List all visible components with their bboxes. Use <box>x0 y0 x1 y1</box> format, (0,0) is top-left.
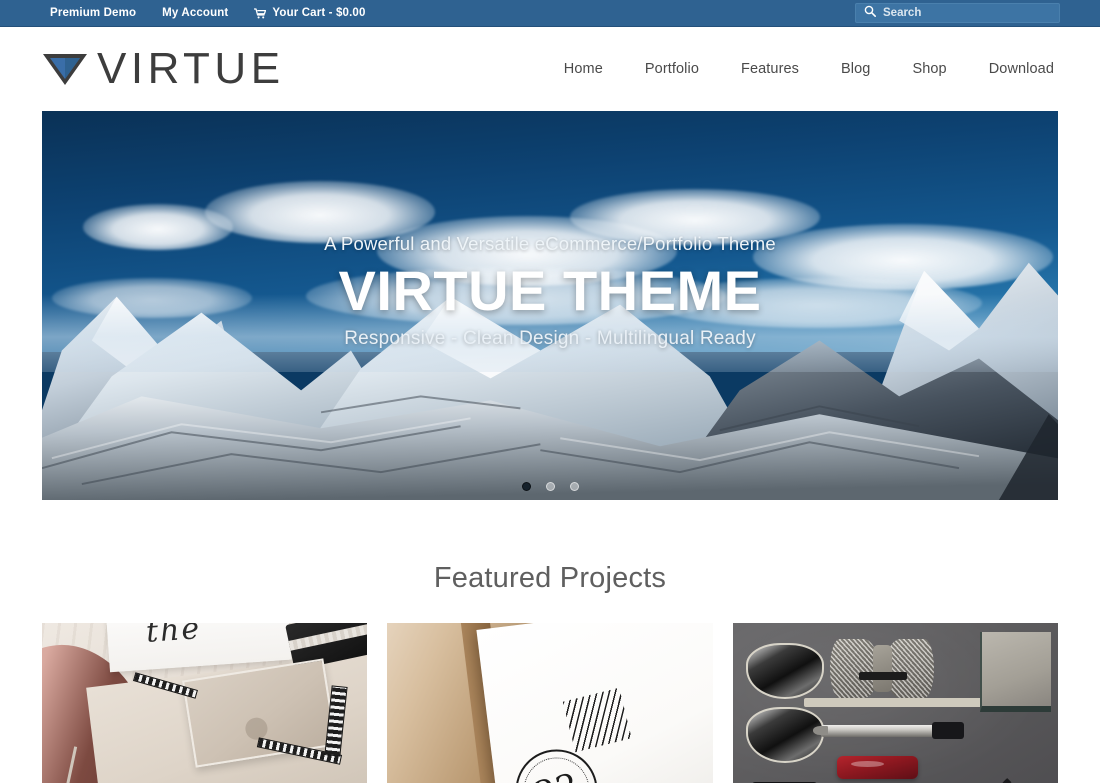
topbar-links: Premium Demo My Account Your Cart - $0.0… <box>50 7 366 19</box>
hero-caption: A Powerful and Versatile eCommerce/Portf… <box>42 111 1058 500</box>
nav-item-home[interactable]: Home <box>543 61 624 77</box>
featured-projects-grid: the 22 S . CARD <box>0 623 1100 783</box>
project-card-desk-notebooks[interactable]: the <box>42 623 368 783</box>
main-navigation: Home Portfolio Features Blog Shop Downlo… <box>543 61 1058 77</box>
site-logo[interactable]: VIRTUE <box>42 47 285 91</box>
slider-dot-1[interactable] <box>521 482 531 491</box>
search-input[interactable] <box>883 7 1051 19</box>
hero-title: VIRTUE THEME <box>338 258 762 322</box>
nav-item-shop[interactable]: Shop <box>891 61 967 77</box>
slider-dot-2[interactable] <box>545 482 555 491</box>
topbar-link-premium-demo[interactable]: Premium Demo <box>50 7 136 19</box>
logo-text: VIRTUE <box>97 44 285 93</box>
search-icon <box>864 4 876 22</box>
nav-item-features[interactable]: Features <box>720 61 820 77</box>
desk-notebooks-thumbnail: the <box>42 623 368 783</box>
search-box[interactable] <box>855 3 1060 23</box>
slider-dot-3[interactable] <box>569 482 579 491</box>
hero-subtitle-top: A Powerful and Versatile eCommerce/Portf… <box>324 232 776 254</box>
triangle-logo-icon <box>43 54 87 85</box>
site-header: VIRTUE Home Portfolio Features Blog Shop… <box>0 27 1100 111</box>
hero-slider[interactable]: A Powerful and Versatile eCommerce/Portf… <box>42 111 1058 500</box>
nav-item-download[interactable]: Download <box>968 61 1058 77</box>
slider-pagination <box>42 482 1058 491</box>
hero-subtitle-bottom: Responsive - Clean Design - Multilingual… <box>344 328 756 350</box>
featured-projects-title: Featured Projects <box>433 562 667 594</box>
topbar-link-my-account[interactable]: My Account <box>162 7 228 19</box>
nav-item-portfolio[interactable]: Portfolio <box>624 61 720 77</box>
topbar: Premium Demo My Account Your Cart - $0.0… <box>0 0 1100 27</box>
topbar-link-label: Your Cart - $0.00 <box>272 7 366 19</box>
shopping-cart-icon <box>254 7 267 19</box>
topbar-link-your-cart[interactable]: Your Cart - $0.00 <box>254 7 365 19</box>
project-card-flat-lay[interactable] <box>732 623 1058 783</box>
project-card-business-card[interactable]: 22 S . CARD <box>387 623 713 783</box>
business-card-thumbnail: 22 S . CARD <box>387 623 713 783</box>
nav-item-blog[interactable]: Blog <box>820 61 891 77</box>
flat-lay-accessories-thumbnail <box>732 623 1058 783</box>
topbar-link-label: Premium Demo <box>50 7 137 19</box>
topbar-link-label: My Account <box>162 7 229 19</box>
